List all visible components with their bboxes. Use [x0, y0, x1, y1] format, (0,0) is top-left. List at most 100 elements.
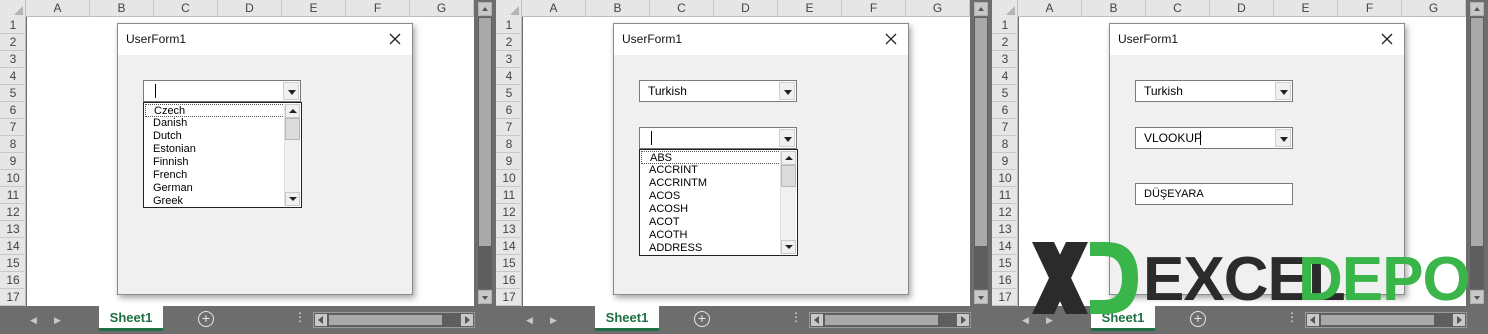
column-header-c[interactable]: C [650, 0, 714, 17]
row-header-7[interactable]: 7 [496, 119, 522, 136]
column-header-c[interactable]: C [154, 0, 218, 17]
row-header-1[interactable]: 1 [0, 17, 26, 34]
function-option[interactable]: ACOSH [641, 203, 781, 216]
vertical-scrollbar[interactable] [474, 0, 496, 306]
scroll-up-arrow-icon[interactable] [478, 2, 492, 16]
next-sheet-arrow-icon[interactable]: ▶ [550, 316, 557, 325]
column-header-a[interactable]: A [26, 0, 90, 17]
scroll-down-arrow-icon[interactable] [478, 290, 492, 304]
row-header-15[interactable]: 15 [992, 255, 1018, 272]
add-sheet-plus-icon[interactable]: + [198, 311, 214, 327]
scroll-thumb[interactable] [1471, 18, 1483, 246]
row-header-14[interactable]: 14 [496, 238, 522, 255]
row-header-10[interactable]: 10 [992, 170, 1018, 187]
row-header-16[interactable]: 16 [496, 272, 522, 289]
row-header-4[interactable]: 4 [992, 68, 1018, 85]
vertical-scrollbar[interactable] [970, 0, 992, 306]
row-header-1[interactable]: 1 [496, 17, 522, 34]
function-combobox[interactable]: VLOOKUP [1135, 127, 1293, 149]
horizontal-scrollbar[interactable] [313, 312, 475, 328]
row-header-13[interactable]: 13 [496, 221, 522, 238]
row-header-16[interactable]: 16 [0, 272, 26, 289]
column-header-e[interactable]: E [282, 0, 346, 17]
language-option[interactable]: Greek [145, 195, 285, 208]
row-header-14[interactable]: 14 [0, 238, 26, 255]
column-header-f[interactable]: F [1338, 0, 1402, 17]
language-option[interactable]: Czech [145, 104, 285, 117]
close-icon[interactable] [388, 32, 402, 46]
list-scroll-up-icon[interactable] [285, 104, 300, 118]
scroll-thumb[interactable] [479, 18, 491, 246]
column-header-f[interactable]: F [842, 0, 906, 17]
list-scroll-up-icon[interactable] [781, 151, 796, 165]
language-option[interactable]: French [145, 169, 285, 182]
prev-sheet-arrow-icon[interactable]: ◀ [526, 316, 533, 325]
column-header-e[interactable]: E [778, 0, 842, 17]
column-header-g[interactable]: G [1402, 0, 1466, 17]
language-option[interactable]: German [145, 182, 285, 195]
column-header-a[interactable]: A [1018, 0, 1082, 17]
row-header-9[interactable]: 9 [992, 153, 1018, 170]
row-header-5[interactable]: 5 [992, 85, 1018, 102]
row-header-15[interactable]: 15 [0, 255, 26, 272]
column-header-d[interactable]: D [1210, 0, 1274, 17]
column-header-b[interactable]: B [90, 0, 154, 17]
function-option[interactable]: ACOS [641, 190, 781, 203]
row-header-2[interactable]: 2 [496, 34, 522, 51]
select-all-corner[interactable] [496, 0, 522, 17]
column-header-b[interactable]: B [1082, 0, 1146, 17]
column-header-e[interactable]: E [1274, 0, 1338, 17]
function-option[interactable]: ACOTH [641, 229, 781, 242]
chevron-down-icon[interactable] [779, 82, 795, 100]
row-header-6[interactable]: 6 [0, 102, 26, 119]
language-option[interactable]: Estonian [145, 143, 285, 156]
sheet-tab-sheet1[interactable]: Sheet1 [99, 306, 163, 331]
row-header-9[interactable]: 9 [0, 153, 26, 170]
close-icon[interactable] [1380, 32, 1394, 46]
row-header-2[interactable]: 2 [992, 34, 1018, 51]
row-header-14[interactable]: 14 [992, 238, 1018, 255]
next-sheet-arrow-icon[interactable]: ▶ [54, 316, 61, 325]
row-header-15[interactable]: 15 [496, 255, 522, 272]
list-scroll-down-icon[interactable] [285, 192, 300, 206]
row-header-6[interactable]: 6 [496, 102, 522, 119]
row-header-3[interactable]: 3 [992, 51, 1018, 68]
scroll-up-arrow-icon[interactable] [1470, 2, 1484, 16]
chevron-down-icon[interactable] [1275, 82, 1291, 100]
column-header-b[interactable]: B [586, 0, 650, 17]
prev-sheet-arrow-icon[interactable]: ◀ [30, 316, 37, 325]
chevron-down-icon[interactable] [1275, 129, 1291, 147]
row-header-4[interactable]: 4 [496, 68, 522, 85]
row-header-12[interactable]: 12 [0, 204, 26, 221]
horizontal-scrollbar[interactable] [809, 312, 971, 328]
row-header-12[interactable]: 12 [992, 204, 1018, 221]
list-scrollbar[interactable] [780, 151, 796, 254]
column-header-g[interactable]: G [410, 0, 474, 17]
horizontal-scroll-thumb[interactable] [825, 315, 938, 325]
scroll-left-arrow-icon[interactable] [315, 314, 327, 326]
row-header-9[interactable]: 9 [496, 153, 522, 170]
row-header-1[interactable]: 1 [992, 17, 1018, 34]
column-header-f[interactable]: F [346, 0, 410, 17]
chevron-down-icon[interactable] [283, 82, 299, 100]
scroll-thumb[interactable] [975, 18, 987, 246]
row-header-6[interactable]: 6 [992, 102, 1018, 119]
row-header-8[interactable]: 8 [992, 136, 1018, 153]
language-option[interactable]: Dutch [145, 130, 285, 143]
scroll-up-arrow-icon[interactable] [974, 2, 988, 16]
row-header-17[interactable]: 17 [992, 289, 1018, 306]
function-option[interactable]: ABS [641, 151, 781, 164]
row-header-5[interactable]: 5 [0, 85, 26, 102]
language-combobox[interactable]: Turkish [1135, 80, 1293, 102]
language-dropdown-list[interactable]: Czech Danish Dutch Estonian Finnish French Ger… [143, 102, 302, 208]
function-option[interactable]: ACCRINTM [641, 177, 781, 190]
row-header-17[interactable]: 17 [496, 289, 522, 306]
list-scroll-down-icon[interactable] [781, 240, 796, 254]
list-scroll-thumb[interactable] [781, 165, 796, 187]
add-sheet-plus-icon[interactable]: + [694, 311, 710, 327]
horizontal-scroll-thumb[interactable] [329, 315, 442, 325]
row-header-13[interactable]: 13 [0, 221, 26, 238]
scroll-down-arrow-icon[interactable] [974, 290, 988, 304]
column-header-a[interactable]: A [522, 0, 586, 17]
function-option[interactable]: ADDRESS [641, 242, 781, 255]
